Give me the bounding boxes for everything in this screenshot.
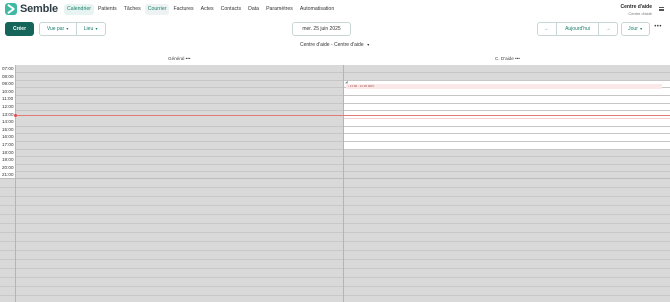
next-day-button[interactable]: → bbox=[598, 22, 618, 36]
current-time-line bbox=[15, 115, 670, 116]
account-switcher[interactable]: Centre d'aide Centre d'aide bbox=[621, 4, 652, 16]
chevron-down-icon: ▼ bbox=[639, 27, 643, 31]
hour-line bbox=[0, 241, 670, 242]
hour-line bbox=[0, 268, 670, 269]
hour-line bbox=[0, 205, 670, 206]
hour-line bbox=[0, 178, 670, 179]
previous-day-button[interactable]: ← bbox=[537, 22, 557, 36]
hour-label: 08:00 bbox=[2, 74, 14, 79]
chevron-down-icon: ▼ bbox=[366, 43, 370, 47]
main-nav: Calendrier Patients Tâches Courrier Fact… bbox=[64, 4, 338, 15]
account-subtitle: Centre d'aide bbox=[628, 11, 652, 16]
nav-item-data[interactable]: Data bbox=[245, 4, 262, 15]
create-button[interactable]: Créer bbox=[5, 22, 34, 36]
column-more-icon[interactable]: ••• bbox=[515, 56, 520, 61]
semble-logo[interactable]: Semble bbox=[5, 3, 58, 15]
hour-line bbox=[0, 214, 670, 215]
hour-line bbox=[0, 259, 670, 260]
hour-label: 12:00 bbox=[2, 104, 14, 109]
arrow-right-icon: → bbox=[605, 26, 611, 32]
current-date: mer. 25 juin 2025 bbox=[302, 26, 341, 32]
nav-item-calendrier[interactable]: Calendrier bbox=[64, 4, 94, 15]
hour-label: 11:00 bbox=[2, 96, 14, 101]
view-by-dropdown[interactable]: Vue par ▼ bbox=[39, 22, 77, 36]
today-button[interactable]: Aujourd'hui bbox=[556, 22, 599, 36]
nav-item-actes[interactable]: Actes bbox=[198, 4, 217, 15]
grid-slot-line bbox=[344, 118, 670, 119]
nav-item-taches[interactable]: Tâches bbox=[121, 4, 144, 15]
hour-label: 20:00 bbox=[2, 165, 14, 170]
nav-item-contacts[interactable]: Contacts bbox=[218, 4, 244, 15]
resource-title-label: Centre d'aide - Centre d'aide bbox=[300, 42, 364, 48]
nav-item-parametres[interactable]: Paramètres bbox=[263, 4, 296, 15]
chevron-down-icon: ▼ bbox=[65, 27, 70, 31]
hour-line bbox=[0, 196, 670, 197]
hour-label: 18:00 bbox=[2, 150, 14, 155]
column-more-icon[interactable]: ••• bbox=[186, 56, 191, 61]
hour-line bbox=[0, 286, 670, 287]
hour-label: 16:00 bbox=[2, 134, 14, 139]
hour-label: 14:00 bbox=[2, 119, 14, 124]
account-name: Centre d'aide bbox=[620, 4, 652, 10]
hour-line bbox=[0, 277, 670, 278]
period-dropdown[interactable]: Jour ▼ bbox=[621, 22, 650, 36]
column-header-c-daide[interactable]: C. D'aide ••• bbox=[495, 56, 520, 61]
appointment-event[interactable]: • 11:00 - 11:30 RDV bbox=[346, 84, 662, 89]
appointment-label: • 11:00 - 11:30 RDV bbox=[348, 84, 375, 88]
hour-label: 10:00 bbox=[2, 89, 14, 94]
column-title: Général bbox=[168, 56, 185, 61]
chevron-down-icon: ▼ bbox=[94, 27, 99, 31]
location-dropdown[interactable]: Lieu ▼ bbox=[76, 22, 106, 36]
nav-item-courrier[interactable]: Courrier bbox=[144, 4, 170, 15]
hour-label: 07:00 bbox=[2, 66, 14, 71]
resource-title[interactable]: Centre d'aide - Centre d'aide ▼ bbox=[0, 42, 670, 48]
hour-line bbox=[0, 223, 670, 224]
location-label: Lieu bbox=[83, 26, 94, 32]
date-picker[interactable]: mer. 25 juin 2025 bbox=[292, 22, 351, 36]
period-label: Jour bbox=[628, 26, 638, 32]
hour-label: 13:00 bbox=[2, 112, 14, 117]
hour-label: 15:00 bbox=[2, 127, 14, 132]
top-navigation-bar: Semble Calendrier Patients Tâches Courri… bbox=[0, 0, 670, 19]
column-header-general[interactable]: Général ••• bbox=[168, 56, 190, 61]
today-label: Aujourd'hui bbox=[565, 26, 590, 32]
nav-item-patients[interactable]: Patients bbox=[95, 4, 120, 15]
hour-line bbox=[0, 295, 670, 296]
create-button-label: Créer bbox=[12, 26, 27, 32]
calendar-grid[interactable]: ◢ • 11:00 - 11:30 RDV 07:00 08:00 09:00 … bbox=[0, 65, 670, 302]
view-by-label: Vue par bbox=[46, 26, 65, 32]
hour-label: 21:00 bbox=[2, 172, 14, 177]
hour-line bbox=[0, 187, 670, 188]
column-divider bbox=[15, 65, 16, 302]
more-options-icon[interactable]: ••• bbox=[654, 24, 662, 30]
hour-line bbox=[0, 232, 670, 233]
nav-item-automatisation[interactable]: Automatisation bbox=[297, 4, 337, 15]
hour-label: 17:00 bbox=[2, 142, 14, 147]
arrow-left-icon: ← bbox=[544, 26, 550, 32]
hamburger-menu-icon[interactable] bbox=[659, 7, 664, 11]
column-divider bbox=[343, 65, 344, 302]
brand-name: Semble bbox=[20, 3, 58, 15]
current-time-dot bbox=[14, 114, 17, 117]
hour-line bbox=[0, 250, 670, 251]
nav-item-factures[interactable]: Factures bbox=[170, 4, 196, 15]
semble-logo-icon bbox=[5, 3, 17, 15]
hour-label: 19:00 bbox=[2, 157, 14, 162]
column-title: C. D'aide bbox=[495, 56, 514, 61]
hour-label: 09:00 bbox=[2, 81, 14, 86]
